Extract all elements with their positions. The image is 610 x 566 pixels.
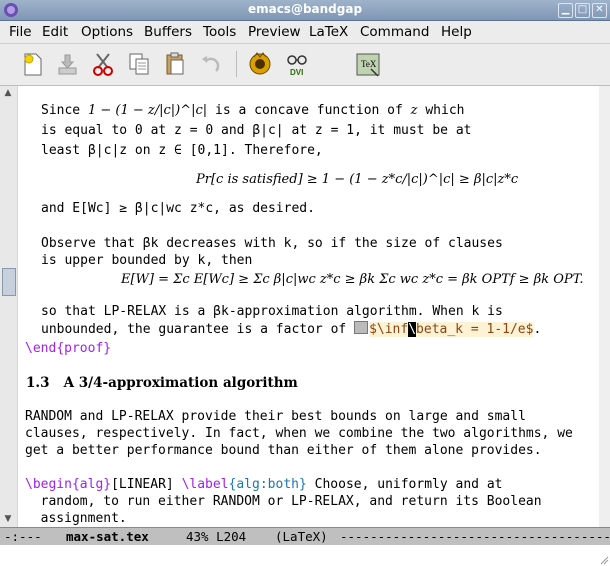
- tex-icon[interactable]: TeX: [353, 49, 383, 79]
- save-icon[interactable]: [52, 49, 82, 79]
- menu-latex[interactable]: LaTeX: [309, 24, 348, 40]
- section-heading[interactable]: 1.3 A 3/4-approximation algorithm: [26, 375, 298, 391]
- svg-text:TeX: TeX: [361, 59, 377, 69]
- text-line: Since 1 − (1 − z/|c|)^|c| is a concave f…: [41, 103, 465, 118]
- text-line: RANDOM and LP-RELAX provide their best b…: [25, 409, 526, 424]
- text-line: least β|c|z on z ∈ [0,1]. Therefore,: [41, 143, 323, 158]
- menu-command[interactable]: Command: [360, 24, 429, 40]
- modeline-position: 43% L204: [186, 529, 247, 544]
- modeline-fill: ----------------------------------------…: [340, 529, 610, 544]
- title-bar: emacs@bandgap ▁ □ ✕: [0, 0, 610, 21]
- right-fringe: [599, 86, 610, 527]
- text-line: \begin{alg}[LINEAR] \label{alg:both} Cho…: [25, 477, 503, 492]
- text-line: assignment.: [25, 511, 127, 526]
- text-line: and E[Wc] ≥ β|c|wc z*c, as desired.: [41, 201, 315, 216]
- undo-icon[interactable]: [196, 49, 226, 79]
- text-line: random, to run either RANDOM or LP-RELAX…: [25, 494, 542, 509]
- modeline-status: -:---: [4, 529, 42, 544]
- menu-bar: File Edit Options Buffers Tools Preview …: [0, 21, 610, 44]
- resize-grip-icon[interactable]: [599, 555, 609, 565]
- dvi-icon[interactable]: DVI: [282, 49, 312, 79]
- minimize-icon[interactable]: ▁: [558, 3, 573, 18]
- editor-buffer[interactable]: ▲ ▼ Since 1 − (1 − z/|c|)^|c| is a conca…: [0, 86, 610, 527]
- paste-icon[interactable]: [160, 49, 190, 79]
- toolbar: DVI TeX: [0, 44, 610, 86]
- scroll-up-icon[interactable]: ▲: [2, 88, 14, 98]
- maximize-icon[interactable]: □: [575, 3, 590, 18]
- math-source[interactable]: $\inf\beta_k = 1-1/e$: [369, 322, 534, 337]
- menu-edit[interactable]: Edit: [42, 24, 68, 40]
- menu-file[interactable]: File: [9, 24, 32, 40]
- menu-tools[interactable]: Tools: [203, 24, 236, 40]
- copy-icon[interactable]: [124, 49, 154, 79]
- vertical-scrollbar[interactable]: ▲ ▼: [0, 86, 18, 527]
- text-cursor: \: [408, 322, 417, 337]
- window-title: emacs@bandgap: [247, 2, 363, 16]
- minibuffer[interactable]: [0, 545, 610, 566]
- text-line: is upper bounded by k, then: [41, 253, 253, 268]
- text-line: so that LP-RELAX is a βk-approximation a…: [41, 304, 503, 319]
- toolbar-separator: [236, 51, 237, 77]
- text-line: clauses, respectively. In fact, when we …: [25, 426, 573, 441]
- scroll-down-icon[interactable]: ▼: [2, 514, 14, 524]
- new-file-icon[interactable]: [17, 49, 47, 79]
- text-line: Observe that βk decreases with k, so if …: [41, 236, 503, 251]
- cut-icon[interactable]: [88, 49, 118, 79]
- text-line: \end{proof}: [25, 341, 112, 356]
- equation-preview[interactable]: Pr[c is satisfied] ≥ 1 − (1 − z*c/|c|)^|…: [196, 172, 518, 187]
- menu-buffers[interactable]: Buffers: [144, 24, 192, 40]
- menu-preview[interactable]: Preview: [248, 24, 301, 40]
- modeline-buffer-name[interactable]: max-sat.tex: [66, 529, 149, 544]
- menu-help[interactable]: Help: [441, 24, 472, 40]
- scrollbar-thumb[interactable]: [2, 268, 16, 296]
- svg-text:DVI: DVI: [290, 68, 303, 77]
- close-icon[interactable]: ✕: [592, 3, 607, 18]
- modeline-mode[interactable]: (LaTeX): [275, 529, 328, 544]
- mode-line: -:--- max-sat.tex 43% L204 (LaTeX) -----…: [0, 527, 610, 545]
- text-line: is equal to 0 at z = 0 and β|c| at z = 1…: [41, 123, 472, 138]
- menu-options[interactable]: Options: [81, 24, 133, 40]
- equation-preview[interactable]: E[W] = Σc E[Wc] ≥ Σc β|c|wc z*c ≥ βk Σc …: [121, 272, 584, 287]
- text-line: unbounded, the guarantee is a factor of …: [41, 321, 542, 337]
- text-line: get a better performance bound than eith…: [25, 443, 542, 458]
- latex-icon[interactable]: [245, 49, 275, 79]
- preview-pending-icon[interactable]: [354, 321, 369, 334]
